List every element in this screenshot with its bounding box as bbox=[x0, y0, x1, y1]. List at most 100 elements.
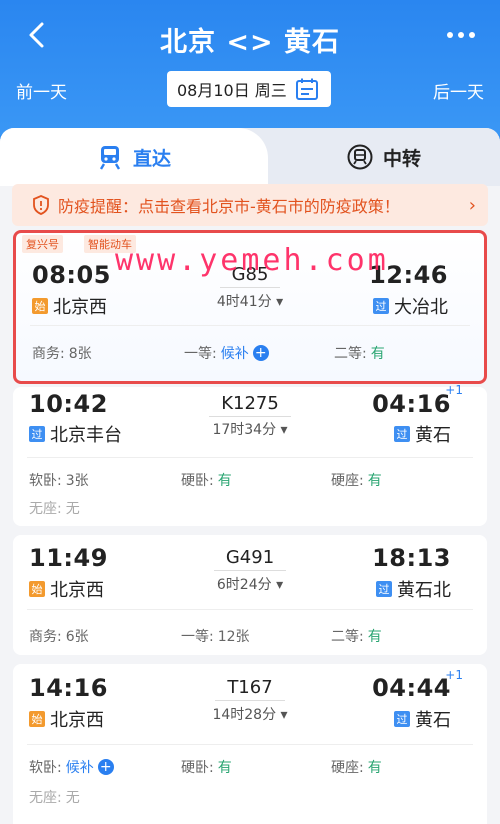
origin-badge: 始 bbox=[32, 298, 48, 314]
seat-label: 无座: bbox=[29, 790, 62, 806]
seat-hard-sleeper: 硬卧: 有 bbox=[181, 757, 232, 777]
departure-station-name: 北京西 bbox=[50, 710, 104, 731]
arrival-station: 过 大冶北 bbox=[373, 293, 448, 319]
seat-value: 无 bbox=[65, 501, 80, 517]
train-number: T167 bbox=[13, 677, 487, 701]
add-waitlist-icon[interactable]: + bbox=[97, 759, 114, 775]
seat-business: 商务: 6张 bbox=[29, 626, 89, 646]
seat-label: 二等: bbox=[331, 629, 364, 645]
tab-transfer-label: 中转 bbox=[382, 147, 421, 170]
seat-label: 软卧: bbox=[29, 760, 62, 776]
next-day-button[interactable]: 后一天 bbox=[433, 78, 484, 103]
train-card[interactable]: 14:16 04:44 +1 T167 14时28分 ▾ 始 北京西 过 黄石 … bbox=[13, 664, 487, 824]
notice-text: 防疫提醒：点击查看北京市-黄石市的防疫政策！ bbox=[58, 197, 400, 216]
pass-badge: 过 bbox=[376, 581, 392, 597]
chevron-right-icon: › bbox=[468, 194, 476, 216]
epidemic-notice-banner[interactable]: 防疫提醒：点击查看北京市-黄石市的防疫政策！ › bbox=[12, 184, 488, 226]
shield-alert-icon bbox=[33, 195, 49, 215]
seat-no-seat: 无座: 无 bbox=[29, 498, 80, 518]
seat-label: 商务: bbox=[32, 346, 65, 362]
tab-transfer[interactable]: 中转 bbox=[268, 128, 500, 186]
origin-badge: 始 bbox=[29, 581, 45, 597]
divider bbox=[27, 457, 473, 458]
seat-value: 有 bbox=[217, 760, 232, 776]
duration-text: 14时28分 bbox=[212, 707, 277, 723]
seat-label: 一等: bbox=[184, 346, 217, 362]
seat-value: 候补 bbox=[220, 346, 249, 362]
add-waitlist-icon[interactable]: + bbox=[252, 345, 269, 361]
seat-value: 有 bbox=[367, 760, 382, 776]
seat-label: 二等: bbox=[334, 346, 367, 362]
transfer-train-icon bbox=[347, 144, 373, 170]
pass-badge: 过 bbox=[394, 711, 410, 727]
seat-hard-seat: 硬座: 有 bbox=[331, 757, 382, 777]
watermark-text: www.yemeh.com bbox=[115, 243, 389, 278]
arrival-station: 过 黄石 bbox=[394, 706, 451, 732]
seat-label: 硬卧: bbox=[181, 760, 214, 776]
divider bbox=[30, 325, 470, 326]
route-title: 北京 <> 黄石 bbox=[159, 27, 341, 58]
departure-station: 始 北京西 bbox=[29, 706, 104, 732]
tab-direct[interactable]: 直达 bbox=[0, 128, 268, 186]
date-selector[interactable]: 08月10日 周三 bbox=[167, 71, 331, 107]
calendar-icon bbox=[295, 78, 318, 100]
seat-value: 8张 bbox=[68, 346, 92, 362]
previous-day-button[interactable]: 前一天 bbox=[16, 78, 67, 103]
departure-station: 始 北京西 bbox=[29, 576, 104, 602]
pass-badge: 过 bbox=[394, 426, 410, 442]
train-card[interactable]: 10:42 04:16 +1 K1275 17时34分 ▾ 过 北京丰台 过 黄… bbox=[13, 383, 487, 526]
seat-value: 候补 bbox=[65, 760, 94, 776]
departure-station: 过 北京丰台 bbox=[29, 421, 122, 447]
arrival-station: 过 黄石北 bbox=[376, 576, 451, 602]
seat-value: 无 bbox=[65, 790, 80, 806]
seat-value: 有 bbox=[370, 346, 385, 362]
seat-hard-seat: 硬座: 有 bbox=[331, 470, 382, 490]
seat-value: 有 bbox=[367, 473, 382, 489]
seat-label: 一等: bbox=[181, 629, 214, 645]
tab-bar: 直达 中转 bbox=[0, 128, 500, 186]
train-number: G491 bbox=[13, 547, 487, 571]
departure-station: 始 北京西 bbox=[32, 293, 107, 319]
arrival-station-name: 大冶北 bbox=[394, 297, 448, 318]
train-number-text: G491 bbox=[213, 547, 287, 571]
seat-label: 硬卧: bbox=[181, 473, 214, 489]
seat-value: 有 bbox=[367, 629, 382, 645]
caret-down-icon: ▾ bbox=[280, 707, 288, 723]
seat-value: 3张 bbox=[65, 473, 89, 489]
caret-down-icon: ▾ bbox=[280, 422, 288, 438]
seat-value: 有 bbox=[217, 473, 232, 489]
duration-text: 6时24分 bbox=[216, 577, 272, 593]
duration-text: 17时34分 bbox=[212, 422, 277, 438]
date-text: 08月10日 周三 bbox=[177, 81, 287, 100]
departure-station-name: 北京丰台 bbox=[50, 425, 122, 446]
seat-second-class: 二等: 有 bbox=[334, 343, 385, 363]
caret-down-icon: ▾ bbox=[276, 294, 284, 310]
seat-label: 硬座: bbox=[331, 473, 364, 489]
origin-badge: 始 bbox=[29, 711, 45, 727]
seat-label: 无座: bbox=[29, 501, 62, 517]
pass-badge: 过 bbox=[373, 298, 389, 314]
divider bbox=[27, 609, 473, 610]
arrival-station-name: 黄石北 bbox=[397, 580, 451, 601]
seat-hard-sleeper: 硬卧: 有 bbox=[181, 470, 232, 490]
caret-down-icon: ▾ bbox=[276, 577, 284, 593]
seat-soft-sleeper[interactable]: 软卧: 候补 + bbox=[29, 757, 114, 777]
pass-badge: 过 bbox=[29, 426, 45, 442]
seat-label: 商务: bbox=[29, 629, 62, 645]
departure-station-name: 北京西 bbox=[50, 580, 104, 601]
seat-first-class: 一等: 12张 bbox=[181, 626, 250, 646]
seat-business: 商务: 8张 bbox=[32, 343, 92, 363]
arrival-station-name: 黄石 bbox=[415, 710, 451, 731]
arrival-station: 过 黄石 bbox=[394, 421, 451, 447]
train-tag: 复兴号 bbox=[22, 235, 63, 253]
train-card[interactable]: 11:49 18:13 G491 6时24分 ▾ 始 北京西 过 黄石北 商务:… bbox=[13, 535, 487, 655]
seat-no-seat: 无座: 无 bbox=[29, 787, 80, 807]
train-number-text: T167 bbox=[215, 677, 285, 701]
seat-value: 6张 bbox=[65, 629, 89, 645]
seat-soft-sleeper: 软卧: 3张 bbox=[29, 470, 89, 490]
arrival-station-name: 黄石 bbox=[415, 425, 451, 446]
seat-first-class[interactable]: 一等: 候补 + bbox=[184, 343, 269, 363]
departure-station-name: 北京西 bbox=[53, 297, 107, 318]
seat-label: 软卧: bbox=[29, 473, 62, 489]
more-options-icon[interactable] bbox=[444, 22, 478, 48]
